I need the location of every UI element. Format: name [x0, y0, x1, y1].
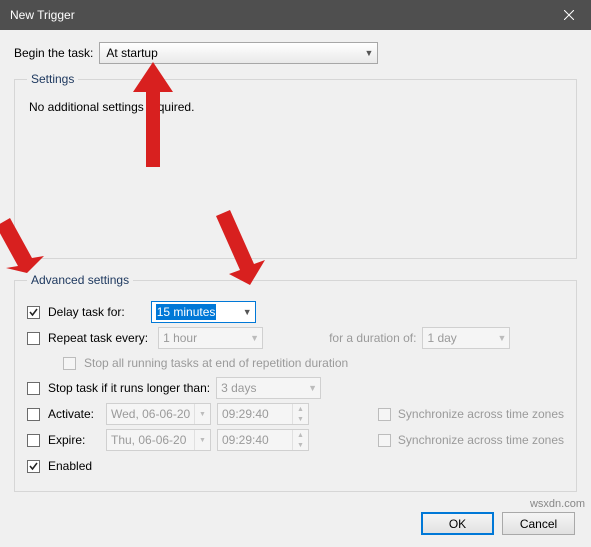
repeat-task-value: 1 hour: [163, 331, 197, 345]
stop-all-row: Stop all running tasks at end of repetit…: [27, 351, 564, 375]
dialog-body: Begin the task: At startup ▼ Settings No…: [0, 30, 591, 502]
activate-time-value: 09:29:40: [218, 404, 292, 424]
chevron-down-icon: ▼: [308, 383, 317, 393]
delay-task-checkbox[interactable]: [27, 306, 40, 319]
ok-button-label: OK: [449, 517, 466, 531]
activate-label: Activate:: [48, 407, 100, 421]
delay-task-label: Delay task for:: [48, 305, 125, 319]
chevron-up-icon: ▲: [293, 430, 308, 440]
enabled-label: Enabled: [48, 459, 92, 473]
stop-all-checkbox: [63, 357, 76, 370]
expire-sync-label: Synchronize across time zones: [398, 433, 564, 447]
repeat-task-row: Repeat task every: 1 hour ▼ for a durati…: [27, 325, 564, 351]
expire-sync-checkbox: [378, 434, 391, 447]
activate-sync-label: Synchronize across time zones: [398, 407, 564, 421]
begin-task-row: Begin the task: At startup ▼: [14, 42, 577, 64]
cancel-button-label: Cancel: [520, 517, 557, 531]
expire-time-value: 09:29:40: [218, 430, 292, 450]
activate-date-picker[interactable]: Wed, 06-06-20 ▼: [106, 403, 211, 425]
expire-time-spinner[interactable]: 09:29:40 ▲▼: [217, 429, 309, 451]
enabled-row: Enabled: [27, 453, 564, 479]
stop-if-value: 3 days: [221, 381, 256, 395]
expire-date-picker[interactable]: Thu, 06-06-20 ▼: [106, 429, 211, 451]
activate-row: Activate: Wed, 06-06-20 ▼ 09:29:40 ▲▼ Sy…: [27, 401, 564, 427]
chevron-down-icon: ▼: [250, 333, 259, 343]
close-icon[interactable]: [546, 0, 591, 30]
repeat-duration-label: for a duration of:: [329, 331, 416, 345]
advanced-legend: Advanced settings: [27, 273, 133, 287]
enabled-checkbox[interactable]: [27, 460, 40, 473]
stop-if-row: Stop task if it runs longer than: 3 days…: [27, 375, 564, 401]
dialog-buttons: OK Cancel: [0, 502, 591, 547]
chevron-down-icon: ▼: [195, 430, 210, 450]
chevron-down-icon: ▼: [364, 48, 373, 58]
chevron-down-icon: ▼: [498, 333, 507, 343]
begin-task-select[interactable]: At startup ▼: [99, 42, 378, 64]
stop-if-combo[interactable]: 3 days ▼: [216, 377, 321, 399]
expire-row: Expire: Thu, 06-06-20 ▼ 09:29:40 ▲▼ Sync…: [27, 427, 564, 453]
chevron-down-icon: ▼: [195, 404, 210, 424]
expire-date-value: Thu, 06-06-20: [107, 430, 194, 450]
activate-date-value: Wed, 06-06-20: [107, 404, 194, 424]
chevron-up-icon: ▲: [293, 404, 308, 414]
delay-task-combo[interactable]: 15 minutes ▼: [151, 301, 256, 323]
repeat-duration-combo[interactable]: 1 day ▼: [422, 327, 510, 349]
chevron-down-icon: ▼: [293, 414, 308, 424]
stop-if-label: Stop task if it runs longer than:: [48, 381, 210, 395]
activate-time-spinner[interactable]: 09:29:40 ▲▼: [217, 403, 309, 425]
delay-task-row: Delay task for: 15 minutes ▼: [27, 299, 564, 325]
repeat-duration-value: 1 day: [427, 331, 456, 345]
repeat-task-checkbox[interactable]: [27, 332, 40, 345]
begin-task-label: Begin the task:: [14, 46, 93, 60]
settings-legend: Settings: [27, 72, 78, 86]
stop-if-checkbox[interactable]: [27, 382, 40, 395]
settings-group: Settings No additional settings required…: [14, 72, 577, 259]
ok-button[interactable]: OK: [421, 512, 494, 535]
activate-checkbox[interactable]: [27, 408, 40, 421]
begin-task-value: At startup: [106, 46, 157, 60]
activate-sync-checkbox: [378, 408, 391, 421]
cancel-button[interactable]: Cancel: [502, 512, 575, 535]
delay-task-value: 15 minutes: [156, 304, 217, 320]
chevron-down-icon: ▼: [243, 307, 252, 317]
repeat-task-label: Repeat task every:: [48, 331, 148, 345]
title-bar: New Trigger: [0, 0, 591, 30]
advanced-settings-group: Advanced settings Delay task for: 15 min…: [14, 273, 577, 492]
chevron-down-icon: ▼: [293, 440, 308, 450]
expire-label: Expire:: [48, 433, 100, 447]
stop-all-label: Stop all running tasks at end of repetit…: [84, 356, 348, 370]
settings-message: No additional settings required.: [29, 100, 194, 114]
expire-checkbox[interactable]: [27, 434, 40, 447]
repeat-task-combo[interactable]: 1 hour ▼: [158, 327, 263, 349]
window-title: New Trigger: [10, 8, 75, 22]
